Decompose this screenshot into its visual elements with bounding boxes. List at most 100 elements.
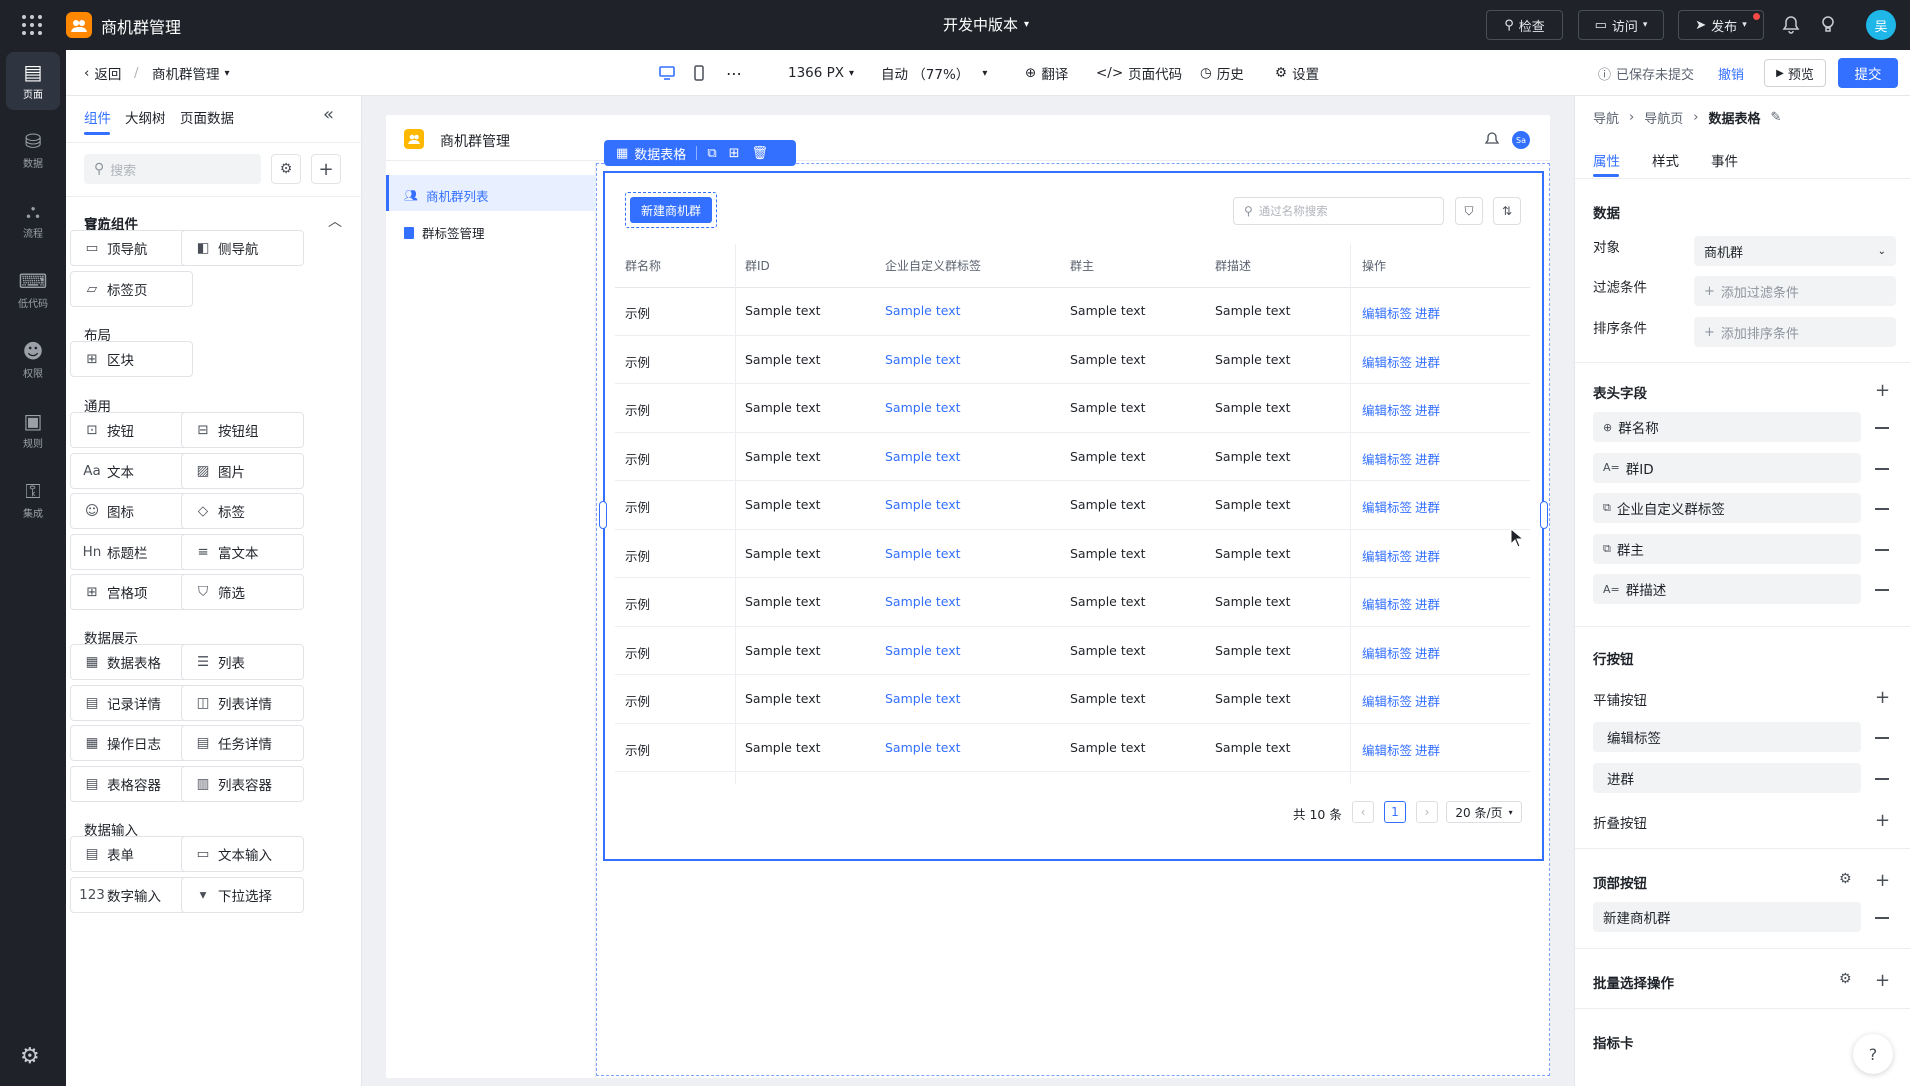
sort-icon[interactable]: ⇅ bbox=[1493, 197, 1521, 225]
tab-style[interactable]: 样式 bbox=[1652, 150, 1679, 170]
edit-tag-link[interactable]: 编辑标签 bbox=[1362, 740, 1412, 759]
join-group-link[interactable]: 进群 bbox=[1415, 449, 1440, 468]
edit-tag-link[interactable]: 编辑标签 bbox=[1362, 691, 1412, 710]
tag-link[interactable]: Sample text bbox=[885, 400, 961, 415]
gear-icon[interactable]: ⚙ bbox=[1839, 871, 1852, 887]
join-group-link[interactable]: 进群 bbox=[1415, 691, 1440, 710]
add-sort-button[interactable]: + 添加排序条件 bbox=[1694, 317, 1896, 347]
tab-events[interactable]: 事件 bbox=[1711, 150, 1738, 170]
page-number-button[interactable]: 1 bbox=[1384, 801, 1406, 823]
component-item[interactable]: ▾ 下拉选择 bbox=[181, 876, 304, 913]
table-search-input[interactable]: ⚲ 通过名称搜索 bbox=[1233, 197, 1444, 225]
version-dropdown[interactable]: 开发中版本 ▾ bbox=[943, 14, 1029, 35]
join-group-link[interactable]: 进群 bbox=[1415, 594, 1440, 613]
remove-icon[interactable] bbox=[1875, 917, 1889, 919]
tag-link[interactable]: Sample text bbox=[885, 691, 961, 706]
component-item[interactable]: Hn 标题栏 bbox=[70, 533, 193, 570]
component-item[interactable]: ▱ 标签页 bbox=[70, 270, 193, 307]
component-item[interactable]: ≡ 富文本 bbox=[181, 533, 304, 570]
add-batch-action-icon[interactable]: + bbox=[1875, 972, 1890, 990]
resize-handle-left[interactable] bbox=[599, 501, 607, 529]
user-avatar[interactable]: 吴 bbox=[1866, 10, 1896, 40]
join-group-link[interactable]: 进群 bbox=[1415, 400, 1440, 419]
edit-tag-link[interactable]: 编辑标签 bbox=[1362, 303, 1412, 322]
next-page-button[interactable]: › bbox=[1416, 801, 1438, 823]
header-field-item[interactable]: ⧉ 企业自定义群标签 bbox=[1593, 493, 1861, 523]
join-group-link[interactable]: 进群 bbox=[1415, 546, 1440, 565]
page-switcher[interactable]: 商机群管理 ▾ bbox=[152, 50, 230, 96]
join-group-link[interactable]: 进群 bbox=[1415, 740, 1440, 759]
submit-button[interactable]: 提交 bbox=[1838, 58, 1898, 88]
zoom-select[interactable]: 自动 （77%） ▾ bbox=[881, 50, 987, 96]
remove-icon[interactable] bbox=[1875, 508, 1889, 510]
add-icon[interactable]: + bbox=[311, 154, 341, 184]
flat-button-item[interactable]: 编辑标签 bbox=[1593, 722, 1861, 752]
rail-item-users[interactable]: ☻ 权限 bbox=[0, 331, 66, 389]
gear-icon[interactable]: ⚙ bbox=[1839, 971, 1852, 987]
publish-button[interactable]: ➤ 发布 ▾ bbox=[1678, 10, 1764, 40]
trash-icon[interactable]: 🗑︎ bbox=[752, 146, 769, 161]
component-item[interactable]: ☰ 列表 bbox=[181, 644, 304, 680]
component-item[interactable]: ⊟ 按钮组 bbox=[181, 412, 304, 448]
prev-page-button[interactable]: ‹ bbox=[1352, 801, 1374, 823]
tab-properties[interactable]: 属性 bbox=[1593, 150, 1620, 170]
rail-item-rule[interactable]: ▣ 规则 bbox=[0, 401, 66, 459]
header-field-item[interactable]: A= 群ID bbox=[1593, 452, 1861, 483]
tag-link[interactable]: Sample text bbox=[885, 740, 961, 755]
add-fold-button-icon[interactable]: + bbox=[1875, 812, 1890, 830]
remove-icon[interactable] bbox=[1875, 427, 1889, 429]
component-item[interactable]: ⊞ 区块 bbox=[70, 341, 193, 377]
component-item[interactable]: ▤ 表格容器 bbox=[70, 765, 193, 802]
tag-link[interactable]: Sample text bbox=[885, 352, 961, 367]
gear-icon[interactable]: ⚙ bbox=[20, 1044, 40, 1069]
remove-icon[interactable] bbox=[1875, 778, 1889, 780]
join-group-link[interactable]: 进群 bbox=[1415, 497, 1440, 516]
edit-tag-link[interactable]: 编辑标签 bbox=[1362, 352, 1412, 371]
bell-icon[interactable] bbox=[1781, 14, 1801, 34]
remove-icon[interactable] bbox=[1875, 467, 1889, 470]
component-item[interactable]: ☺ 图标 bbox=[70, 493, 193, 529]
header-field-item[interactable]: ⊕ 群名称 bbox=[1593, 412, 1861, 442]
add-header-field-icon[interactable]: + bbox=[1875, 382, 1890, 400]
bell-icon[interactable] bbox=[1484, 131, 1500, 147]
component-item[interactable]: ▥ 列表容器 bbox=[181, 765, 304, 802]
tag-link[interactable]: Sample text bbox=[885, 497, 961, 512]
bulb-icon[interactable] bbox=[1818, 14, 1838, 34]
tab-outline[interactable]: 大纲树 bbox=[125, 107, 166, 127]
component-item[interactable]: ⛉ 筛选 bbox=[181, 574, 304, 610]
component-item[interactable]: ▤ 任务详情 bbox=[181, 725, 304, 761]
component-item[interactable]: ▭ 文本输入 bbox=[181, 836, 304, 872]
width-select[interactable]: 1366 PX ▾ bbox=[788, 50, 854, 96]
nav-item-group-list[interactable]: 👥︎ 商机群列表 bbox=[404, 186, 488, 205]
add-top-button-icon[interactable]: + bbox=[1875, 872, 1890, 890]
edit-tag-link[interactable]: 编辑标签 bbox=[1362, 497, 1412, 516]
breadcrumb-item[interactable]: 导航页 bbox=[1644, 108, 1683, 127]
tag-link[interactable]: Sample text bbox=[885, 303, 961, 318]
header-field-item[interactable]: ⧉ 群主 bbox=[1593, 533, 1861, 564]
chevron-up-icon[interactable]: ︿ bbox=[328, 211, 342, 231]
component-item[interactable]: ▦ 数据表格 bbox=[70, 644, 193, 680]
join-group-link[interactable]: 进群 bbox=[1415, 303, 1440, 322]
breadcrumb-item[interactable]: 导航 bbox=[1593, 108, 1619, 127]
nav-item-tag-manage[interactable]: 群标签管理 bbox=[404, 223, 485, 242]
rail-item-database[interactable]: ⛁ 数据 bbox=[0, 121, 66, 179]
filter-icon[interactable]: ⛉ bbox=[1455, 197, 1483, 225]
tag-link[interactable]: Sample text bbox=[885, 546, 961, 561]
component-item[interactable]: ▤ 表单 bbox=[70, 836, 193, 872]
copy-icon[interactable]: ⧉ bbox=[707, 146, 716, 161]
join-group-link[interactable]: 进群 bbox=[1415, 352, 1440, 371]
edit-tag-link[interactable]: 编辑标签 bbox=[1362, 594, 1412, 613]
edit-icon[interactable]: ✎ bbox=[1770, 110, 1781, 125]
add-flat-button-icon[interactable]: + bbox=[1875, 689, 1890, 707]
component-item[interactable]: ◫ 列表详情 bbox=[181, 684, 304, 721]
component-item[interactable]: ▤ 记录详情 bbox=[70, 684, 193, 721]
rail-item-integration[interactable]: ⚿ 集成 bbox=[0, 471, 66, 529]
gear-icon[interactable]: ⚙ bbox=[271, 154, 301, 184]
rail-item-code[interactable]: ⌨ 低代码 bbox=[0, 261, 66, 319]
mobile-view-icon[interactable] bbox=[686, 50, 712, 96]
component-item[interactable]: 123 数字输入 bbox=[70, 876, 193, 913]
component-search[interactable]: ⚲ 搜索 bbox=[84, 154, 261, 184]
remove-icon[interactable] bbox=[1875, 589, 1889, 591]
component-item[interactable]: ⊡ 按钮 bbox=[70, 412, 193, 448]
page-size-select[interactable]: 20 条/页 ▾ bbox=[1446, 801, 1522, 823]
